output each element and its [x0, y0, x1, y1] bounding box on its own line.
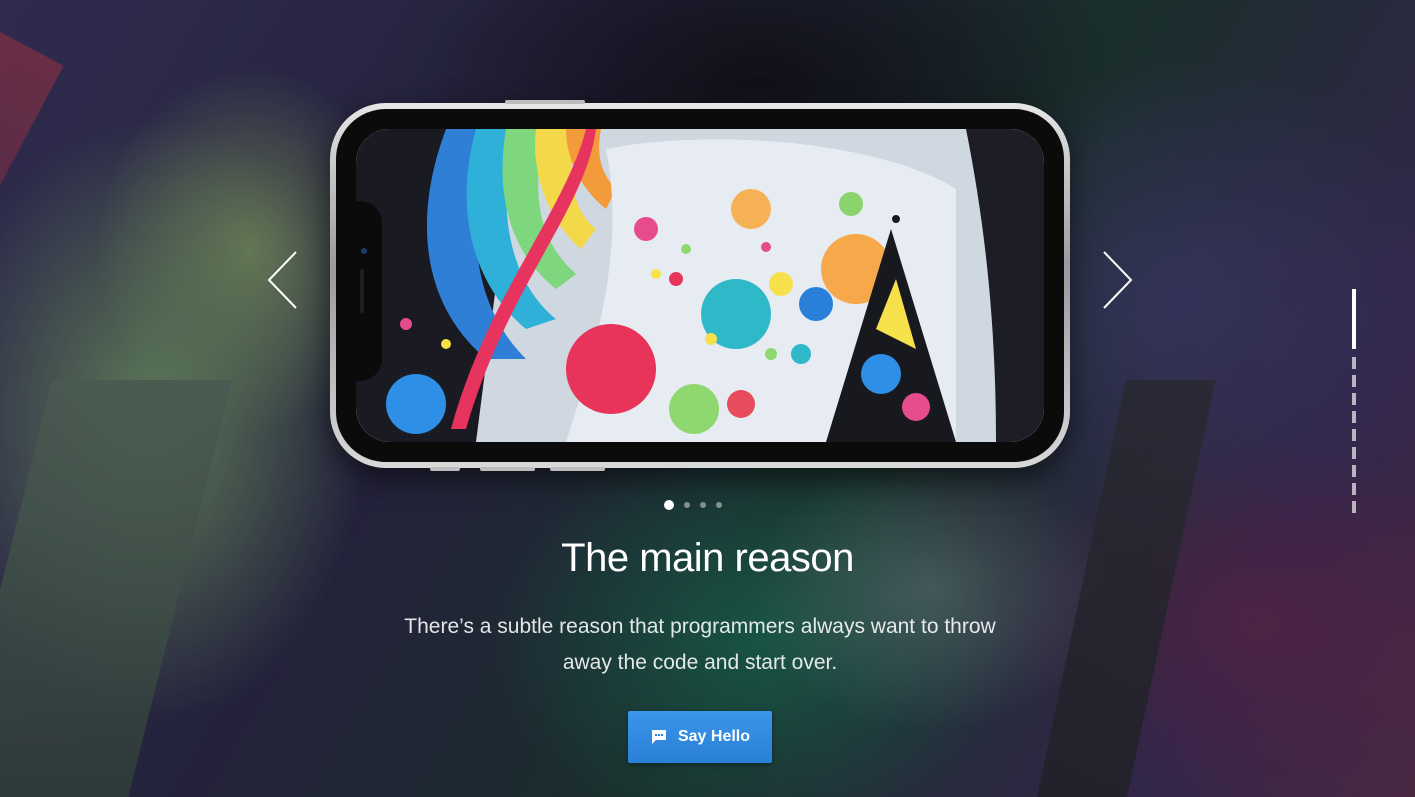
- say-hello-label: Say Hello: [677, 728, 751, 745]
- phone-side-button: [480, 467, 535, 471]
- prev-slide-button[interactable]: [262, 250, 302, 310]
- graffiti-artwork: [356, 129, 1044, 442]
- say-hello-button[interactable]: Say Hello: [628, 711, 772, 763]
- section-scroll-indicator[interactable]: [1352, 289, 1356, 517]
- scroll-indicator-active: [1352, 289, 1356, 349]
- pagination-dot-2[interactable]: [684, 502, 690, 508]
- phone-bezel: [336, 109, 1064, 462]
- hero-slider: The main reason There’s a subtle reason …: [0, 0, 1415, 797]
- phone-side-button: [550, 467, 605, 471]
- chat-bubble-icon: [651, 730, 666, 744]
- phone-notch: [352, 201, 382, 381]
- slide-pagination: [664, 500, 722, 510]
- pagination-dot-1[interactable]: [664, 500, 674, 510]
- phone-speaker: [360, 269, 364, 313]
- phone-side-button: [430, 467, 460, 471]
- pagination-dot-4[interactable]: [716, 502, 722, 508]
- phone-camera: [361, 248, 367, 254]
- phone-screen-image: [356, 129, 1044, 442]
- slide-description: There’s a subtle reason that programmers…: [404, 615, 996, 674]
- phone-side-button: [505, 100, 585, 104]
- scroll-indicator-track: [1352, 357, 1356, 517]
- chevron-right-icon: [1103, 251, 1133, 309]
- pagination-dot-3[interactable]: [700, 502, 706, 508]
- slide-title: The main reason: [561, 536, 854, 580]
- next-slide-button[interactable]: [1098, 250, 1138, 310]
- phone-mockup: [330, 100, 1070, 471]
- chevron-left-icon: [267, 251, 297, 309]
